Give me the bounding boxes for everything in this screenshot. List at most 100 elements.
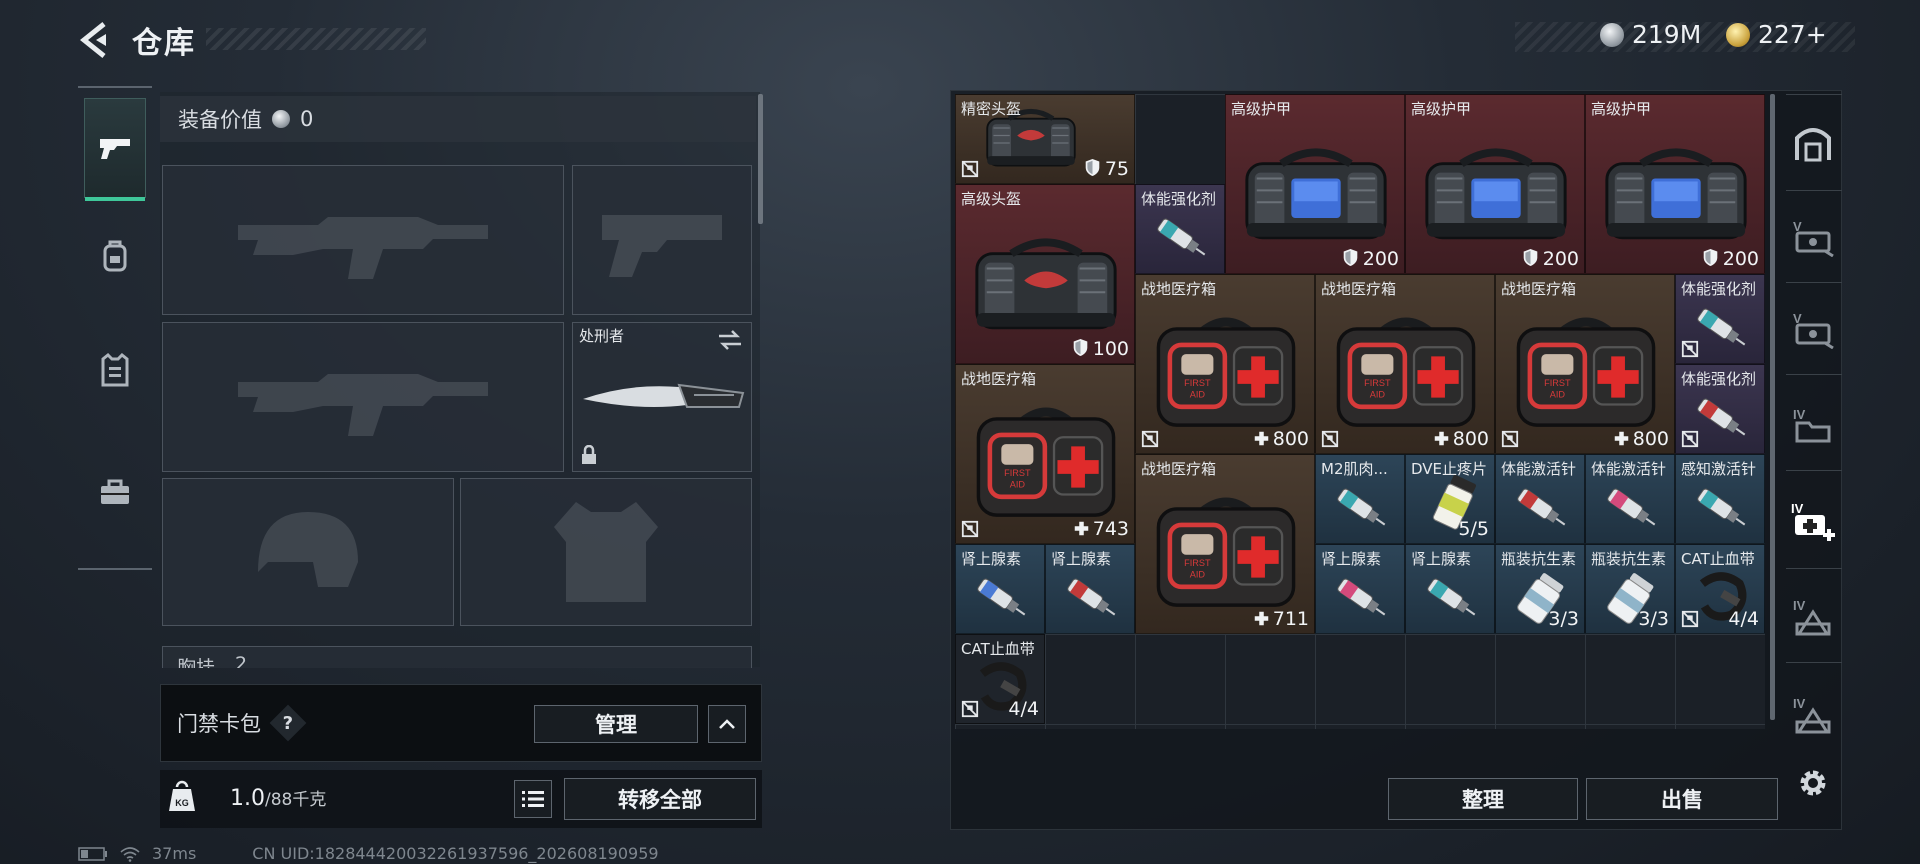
armor-bag-icon (1417, 139, 1575, 248)
vest-tab[interactable] (84, 320, 146, 420)
armor-bag-icon (1597, 139, 1755, 248)
safebox-tab[interactable] (1788, 118, 1838, 168)
inventory-item[interactable]: 感知激活针 (1675, 454, 1765, 544)
inventory-item[interactable]: 体能强化剂 (1135, 184, 1225, 274)
syringe-icon (1330, 477, 1392, 539)
untradeable-icon (1501, 430, 1519, 448)
tier-iv-medkit-icon: IV (1791, 501, 1835, 541)
svg-text:IV: IV (1791, 501, 1804, 516)
transfer-all-button[interactable]: 转移全部 (564, 778, 756, 820)
syringe-icon (1420, 567, 1482, 629)
item-name: 肾上腺素 (961, 550, 1022, 568)
inventory-item[interactable]: 瓶装抗生素 3/3 (1495, 544, 1585, 634)
rail-divider (1786, 190, 1842, 191)
rail-divider (1786, 282, 1842, 283)
item-name: 高级护甲 (1591, 100, 1652, 118)
pistol-silhouette-icon (602, 215, 722, 277)
inventory-item[interactable]: 体能强化剂 (1675, 364, 1765, 454)
syringe-icon (1690, 297, 1752, 359)
rail-divider (1786, 374, 1842, 375)
equipment-scrollbar[interactable] (758, 94, 763, 224)
sidearm-slot[interactable] (572, 165, 752, 315)
sort-button[interactable]: 整理 (1388, 778, 1578, 820)
armor-silhouette-icon (554, 502, 658, 602)
heal-plus-icon (1254, 431, 1269, 446)
item-name: 肾上腺素 (1051, 550, 1112, 568)
chest-rig-slot[interactable]: 胸挂 2 (162, 646, 752, 668)
svg-text:IV: IV (1793, 696, 1806, 711)
inventory-item[interactable]: FIRST AID 战地医疗箱 800 (1495, 274, 1675, 454)
inventory-item[interactable]: 精密头盔 75 (955, 94, 1135, 184)
tier-iv-medic-tab[interactable]: IV (1788, 496, 1838, 546)
syringe-icon (1690, 477, 1752, 539)
item-name: 感知激活针 (1681, 460, 1757, 478)
keycard-bag-label: 门禁卡包 (177, 712, 261, 736)
tier-v-1-tab[interactable]: V (1788, 212, 1838, 262)
inventory-item[interactable]: CAT止血带 4/4 (1675, 544, 1765, 634)
primary-weapon-slot[interactable] (162, 165, 564, 315)
inventory-item[interactable]: 肾上腺素 (1315, 544, 1405, 634)
inventory-item[interactable]: 瓶装抗生素 3/3 (1585, 544, 1675, 634)
pistol-icon (100, 139, 130, 159)
swap-icon[interactable] (717, 329, 743, 351)
toolbox-tab[interactable] (84, 442, 146, 542)
tier-v-2-tab[interactable]: V (1788, 304, 1838, 354)
back-icon[interactable] (78, 20, 112, 60)
rail-divider (1786, 94, 1842, 95)
tier-iv-2-tab[interactable]: IV (1788, 592, 1838, 642)
item-value: 800 (1614, 428, 1669, 450)
inventory-item[interactable]: 体能激活针 (1585, 454, 1675, 544)
list-view-button[interactable] (514, 780, 552, 818)
inventory-item[interactable]: 肾上腺素 (1405, 544, 1495, 634)
sell-button[interactable]: 出售 (1586, 778, 1778, 820)
tier-iv-container-icon: IV (1793, 598, 1831, 636)
tier-v-container-icon: V (1793, 311, 1834, 349)
item-name: 瓶装抗生素 (1501, 550, 1577, 568)
inventory-item[interactable]: FIRST AID 战地医疗箱 711 (1135, 454, 1315, 634)
silver-currency[interactable]: 219M (1600, 20, 1701, 49)
inventory-item[interactable]: FIRST AID 战地医疗箱 800 (1135, 274, 1315, 454)
secondary-weapon-slot[interactable] (162, 322, 564, 472)
svg-text:AID: AID (1190, 390, 1206, 400)
inventory-item[interactable]: FIRST AID 战地医疗箱 800 (1315, 274, 1495, 454)
inventory-item[interactable]: M2肌肉... (1315, 454, 1405, 544)
svg-text:FIRST: FIRST (1184, 558, 1211, 568)
melee-slot[interactable]: 处刑者 (572, 322, 752, 472)
chevron-up-icon (719, 719, 735, 729)
inventory-item[interactable]: 肾上腺素 (1045, 544, 1135, 634)
inventory-item[interactable]: 体能激活针 (1495, 454, 1585, 544)
uid-text: CN UID:182844420032261937596_20260819095… (252, 844, 659, 863)
tier-iv-3-tab[interactable]: IV (1788, 690, 1838, 740)
item-name: 体能强化剂 (1141, 190, 1217, 208)
safebox-icon (1795, 128, 1831, 162)
armor-slot[interactable] (460, 478, 752, 626)
weapons-tab[interactable] (84, 98, 146, 201)
gold-currency[interactable]: 227+ (1726, 20, 1827, 49)
inventory-item[interactable]: 高级护甲 200 (1405, 94, 1585, 274)
helmet-slot[interactable] (162, 478, 454, 626)
gear-icon (1800, 770, 1826, 796)
svg-text:FIRST: FIRST (1184, 378, 1211, 388)
help-icon[interactable]: ? (269, 704, 307, 742)
inventory-item[interactable]: 高级护甲 200 (1225, 94, 1405, 274)
syringe-icon (1330, 567, 1392, 629)
inventory-item[interactable]: 高级头盔 100 (955, 184, 1135, 364)
tier-iv-1-tab[interactable]: IV (1788, 400, 1838, 450)
inventory-item[interactable]: DVE止疼片 5/5 (1405, 454, 1495, 544)
collapse-button[interactable] (708, 705, 746, 743)
chest-rig-label: 胸挂 (177, 657, 216, 668)
untradeable-icon (1681, 340, 1699, 358)
inventory-item[interactable]: CAT止血带 4/4 (955, 634, 1045, 724)
inventory-item[interactable]: 肾上腺素 (955, 544, 1045, 634)
backpack-tab[interactable] (84, 206, 146, 306)
inventory-item[interactable]: 体能强化剂 (1675, 274, 1765, 364)
heal-plus-icon (1434, 431, 1449, 446)
battery-icon (78, 846, 107, 861)
manage-button[interactable]: 管理 (534, 705, 698, 743)
settings-tab[interactable] (1788, 758, 1838, 808)
weight-icon: KG (169, 780, 195, 811)
inventory-item[interactable]: 高级护甲 200 (1585, 94, 1765, 274)
inventory-item[interactable]: FIRST AID 战地医疗箱 743 (955, 364, 1135, 544)
inventory-scrollbar[interactable] (1770, 94, 1775, 720)
svg-text:AID: AID (1550, 390, 1566, 400)
